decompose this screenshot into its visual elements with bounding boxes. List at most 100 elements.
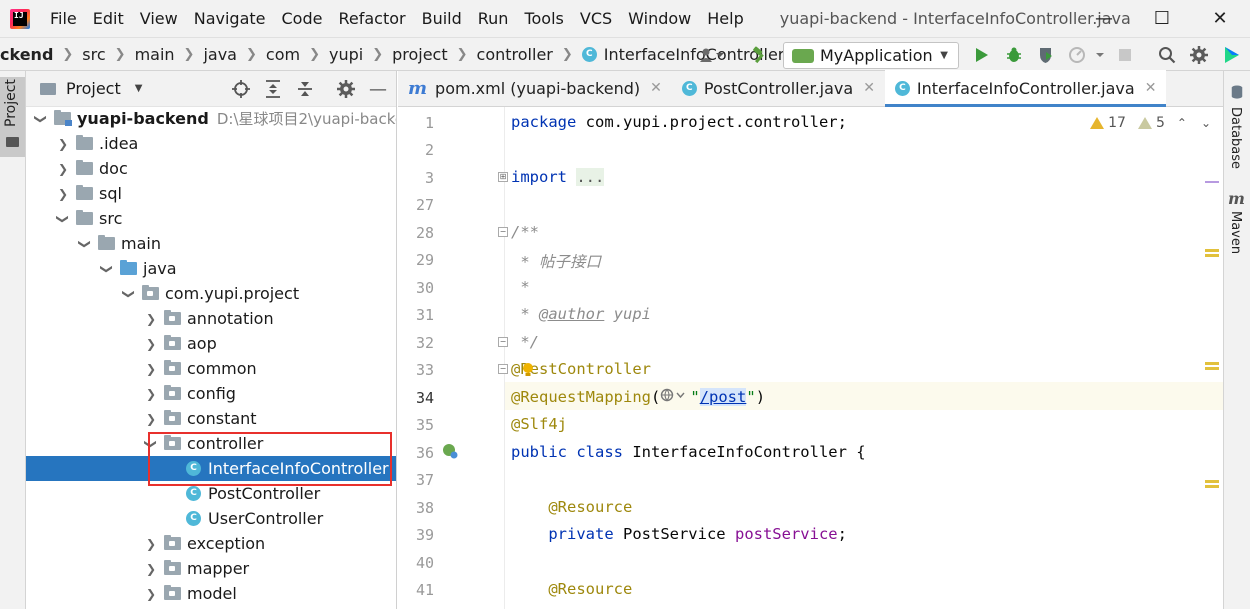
database-tool-tab[interactable]: Database — [1228, 107, 1243, 169]
fold-marker-icon[interactable]: ⊞ — [498, 172, 508, 182]
chevron-down-icon[interactable]: ❯ — [78, 237, 92, 251]
chevron-right-icon[interactable]: ❯ — [144, 337, 158, 351]
folded-imports[interactable]: ... — [576, 168, 605, 186]
minimize-button[interactable]: — — [1075, 0, 1133, 37]
chevron-down-icon[interactable]: ❯ — [144, 437, 158, 451]
chevron-down-icon[interactable]: ❯ — [122, 287, 136, 301]
close-window-button[interactable]: ✕ — [1191, 0, 1249, 37]
tree-item-mapper[interactable]: ❯ mapper — [26, 556, 396, 581]
search-icon[interactable] — [1155, 43, 1179, 67]
maximize-button[interactable]: ☐ — [1133, 0, 1191, 37]
code-editor[interactable]: 1 2 3 27 28 29 30 31 32 33 34 35 36 37 3… — [398, 107, 1223, 609]
menu-file[interactable]: File — [42, 0, 85, 37]
chevron-down-icon[interactable]: ❯ — [34, 112, 48, 126]
breadcrumb-controller[interactable]: controller — [477, 45, 553, 64]
request-mapping-path[interactable]: /post — [699, 388, 747, 406]
settings-gear-icon[interactable] — [336, 79, 356, 99]
tree-item-config[interactable]: ❯ config — [26, 381, 396, 406]
tree-item-annotation[interactable]: ❯ annotation — [26, 306, 396, 331]
chevron-right-icon[interactable]: ❯ — [144, 312, 158, 326]
run-icon[interactable] — [970, 43, 994, 67]
dropdown-caret-icon[interactable]: ▼ — [135, 83, 143, 94]
menu-edit[interactable]: Edit — [85, 0, 132, 37]
menu-help[interactable]: Help — [699, 0, 751, 37]
jetbrains-toolbox-icon[interactable] — [1220, 43, 1244, 67]
chevron-right-icon[interactable]: ❯ — [144, 412, 158, 426]
chevron-right-icon[interactable]: ❯ — [56, 137, 70, 151]
chevron-right-icon[interactable]: ❯ — [56, 187, 70, 201]
chevron-right-icon[interactable]: ❯ — [144, 587, 158, 601]
breadcrumb-project[interactable]: project — [392, 45, 448, 64]
tree-item-interfaceinfocontroller[interactable]: C InterfaceInfoController — [26, 456, 396, 481]
tree-item-src[interactable]: ❯ src — [26, 206, 396, 231]
chevron-right-icon[interactable]: ❯ — [56, 162, 70, 176]
run-configuration-select[interactable]: MyApplication ▼ — [783, 42, 959, 69]
tree-item-common[interactable]: ❯ common — [26, 356, 396, 381]
breadcrumb-yupi[interactable]: yupi — [329, 45, 363, 64]
tree-item-model[interactable]: ❯ model — [26, 581, 396, 606]
menu-view[interactable]: View — [132, 0, 186, 37]
maven-tool-tab[interactable]: Maven — [1228, 211, 1243, 254]
coverage-icon[interactable] — [1034, 43, 1058, 67]
weak-warnings-count[interactable]: 5 — [1137, 115, 1165, 131]
chevron-right-icon[interactable]: ❯ — [144, 562, 158, 576]
menu-refactor[interactable]: Refactor — [330, 0, 413, 37]
breadcrumb-com[interactable]: com — [266, 45, 300, 64]
close-tab-icon[interactable]: ✕ — [1145, 80, 1157, 96]
menu-run[interactable]: Run — [470, 0, 517, 37]
chevron-down-icon[interactable]: ❯ — [100, 262, 114, 276]
breadcrumb-src[interactable]: src — [82, 45, 105, 64]
menu-vcs[interactable]: VCS — [572, 0, 620, 37]
chevron-right-icon[interactable]: ❯ — [144, 537, 158, 551]
project-view-selector[interactable]: Project — [66, 79, 121, 98]
tree-item-main[interactable]: ❯ main — [26, 231, 396, 256]
close-tab-icon[interactable]: ✕ — [650, 80, 662, 96]
expand-all-icon[interactable] — [263, 79, 283, 99]
close-tab-icon[interactable]: ✕ — [863, 80, 875, 96]
stop-icon[interactable] — [1114, 43, 1136, 67]
menu-navigate[interactable]: Navigate — [186, 0, 274, 37]
inspection-widget[interactable]: 17 5 ⌃ ⌄ — [1090, 115, 1211, 131]
chevron-down-icon[interactable]: ❯ — [56, 212, 70, 226]
tree-item-usercontroller[interactable]: C UserController — [26, 506, 396, 531]
spring-bean-gutter-icon[interactable] — [442, 443, 458, 459]
tree-item-aop[interactable]: ❯ aop — [26, 331, 396, 356]
fold-marker-icon[interactable]: − — [498, 227, 508, 237]
fold-marker-icon[interactable]: − — [498, 337, 508, 347]
build-hammer-icon[interactable] — [748, 43, 770, 67]
next-highlight-icon[interactable]: ⌄ — [1201, 116, 1211, 130]
tree-item-postcontroller[interactable]: C PostController — [26, 481, 396, 506]
tree-item-yuapi-backend[interactable]: ❯ yuapi-backend D:\星球项目2\yuapi-backend — [26, 106, 396, 131]
locate-target-icon[interactable] — [231, 79, 251, 99]
profiler-icon[interactable] — [1065, 43, 1107, 67]
tab-pom-xml[interactable]: m pom.xml (yuapi-backend) ✕ — [398, 70, 672, 106]
menu-tools[interactable]: Tools — [516, 0, 571, 37]
fold-marker-icon[interactable]: − — [498, 364, 508, 374]
menu-build[interactable]: Build — [414, 0, 470, 37]
tree-item-controller[interactable]: ❯ controller — [26, 431, 396, 456]
tree-item-exception[interactable]: ❯ exception — [26, 531, 396, 556]
settings-gear-icon[interactable] — [1187, 43, 1211, 67]
warnings-count[interactable]: 17 — [1090, 115, 1126, 131]
tab-interface-info-controller[interactable]: C InterfaceInfoController.java ✕ — [884, 70, 1167, 107]
tree-item-sql[interactable]: ❯ sql — [26, 181, 396, 206]
intention-bulb-icon[interactable] — [521, 362, 535, 378]
debug-icon[interactable] — [1002, 43, 1026, 67]
tree-item-doc[interactable]: ❯ doc — [26, 156, 396, 181]
previous-highlight-icon[interactable]: ⌃ — [1177, 116, 1187, 130]
menu-window[interactable]: Window — [620, 0, 699, 37]
tree-item-java[interactable]: ❯ java — [26, 256, 396, 281]
breadcrumb-main[interactable]: main — [135, 45, 175, 64]
editor-scrollbar[interactable] — [1205, 147, 1219, 247]
url-endpoint-icon[interactable] — [660, 388, 690, 406]
collapse-all-icon[interactable] — [295, 79, 315, 99]
menu-code[interactable]: Code — [274, 0, 331, 37]
tree-item--idea[interactable]: ❯ .idea — [26, 131, 396, 156]
chevron-right-icon[interactable]: ❯ — [144, 387, 158, 401]
hide-panel-icon[interactable]: — — [368, 79, 388, 100]
chevron-right-icon[interactable]: ❯ — [144, 362, 158, 376]
user-account-icon[interactable] — [695, 43, 729, 67]
breadcrumb-module[interactable]: ckend — [0, 45, 53, 64]
tree-item-constant[interactable]: ❯ constant — [26, 406, 396, 431]
tab-post-controller[interactable]: C PostController.java ✕ — [672, 70, 885, 106]
